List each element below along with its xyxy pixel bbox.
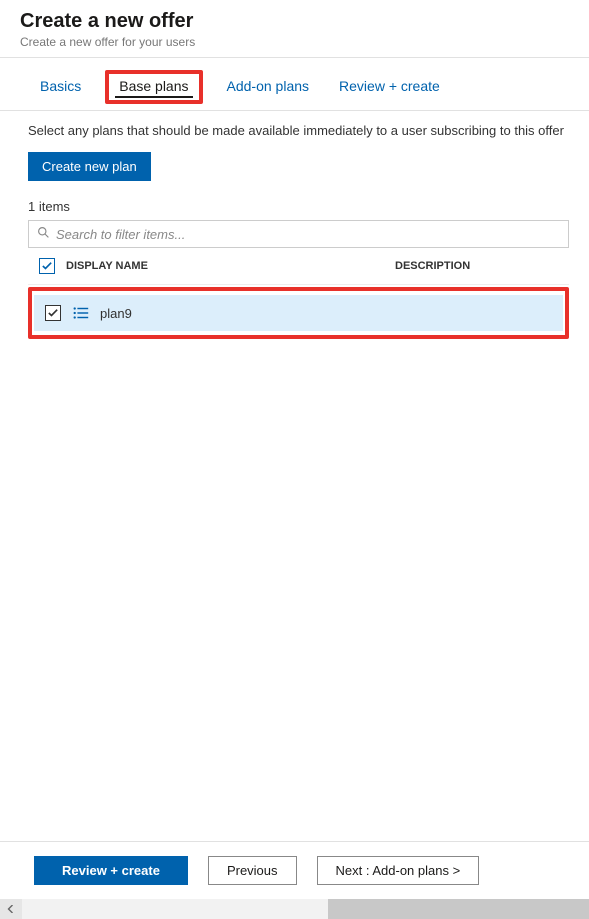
tab-underline [115, 96, 192, 98]
tab-label: Review + create [339, 78, 440, 94]
item-count-label: 1 items [28, 199, 569, 214]
plan-icon [68, 305, 94, 321]
highlighted-row-frame: plan9 [28, 287, 569, 339]
content-description: Select any plans that should be made ava… [28, 123, 569, 138]
scroll-left-arrow[interactable] [0, 899, 22, 919]
chevron-left-icon [7, 905, 15, 913]
review-create-button[interactable]: Review + create [34, 856, 188, 885]
page-title: Create a new offer [20, 10, 569, 33]
next-button[interactable]: Next : Add-on plans > [317, 856, 480, 885]
row-checkbox[interactable] [45, 305, 61, 321]
tabs: Basics Base plans Add-on plans Review + … [0, 58, 589, 111]
tab-label: Base plans [119, 78, 188, 94]
tab-label: Basics [40, 78, 81, 94]
footer: Review + create Previous Next : Add-on p… [0, 841, 589, 899]
tab-label: Add-on plans [227, 78, 310, 94]
column-description[interactable]: DESCRIPTION [395, 260, 565, 272]
tab-add-on-plans[interactable]: Add-on plans [221, 74, 316, 110]
content-area: Select any plans that should be made ava… [0, 111, 589, 841]
table-header: DISPLAY NAME DESCRIPTION [28, 248, 569, 285]
horizontal-scrollbar[interactable] [0, 899, 589, 919]
select-all-checkbox[interactable] [39, 258, 55, 274]
scroll-thumb[interactable] [328, 899, 589, 919]
row-display-name: plan9 [94, 306, 389, 321]
page-subtitle: Create a new offer for your users [20, 35, 569, 49]
scroll-track[interactable] [22, 899, 589, 919]
search-box[interactable] [28, 220, 569, 248]
previous-button[interactable]: Previous [208, 856, 297, 885]
tab-basics[interactable]: Basics [34, 74, 87, 110]
create-new-plan-button[interactable]: Create new plan [28, 152, 151, 181]
check-icon [42, 261, 52, 271]
tab-review-create[interactable]: Review + create [333, 74, 446, 110]
table-row[interactable]: plan9 [34, 295, 563, 331]
search-input[interactable] [56, 227, 560, 242]
check-icon [48, 308, 58, 318]
tab-base-plans[interactable]: Base plans [105, 70, 202, 104]
column-display-name[interactable]: DISPLAY NAME [62, 260, 395, 272]
search-icon [37, 226, 50, 242]
